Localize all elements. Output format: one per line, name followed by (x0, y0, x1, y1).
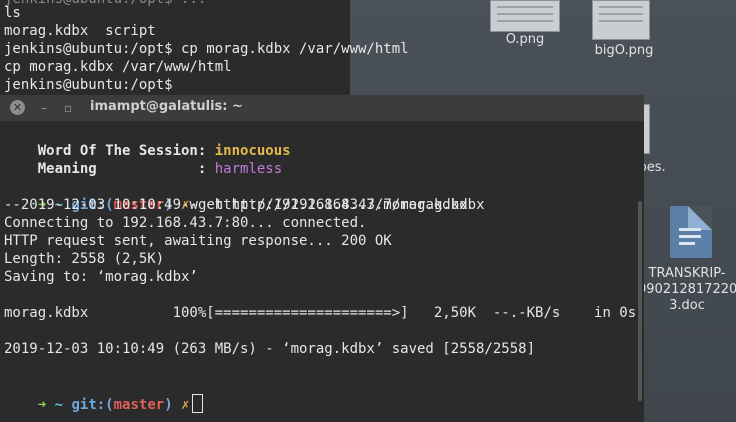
transkrip-label-line3: 3.doc (669, 298, 705, 313)
o-png-thumbnail[interactable] (490, 0, 560, 32)
transkrip-label-line2: 0902128172200 (638, 282, 736, 297)
meaning-label: Meaning : (37, 161, 207, 177)
terminal-line: jenkins@ubuntu:/opt$ cp morag.kdbx /var/… (4, 41, 409, 57)
output-line: 2019-12-03 10:10:49 (263 MB/s) - ‘morag.… (4, 341, 536, 357)
scrollbar-thumb[interactable] (638, 201, 642, 401)
output-line: Connecting to 192.168.43.7:80... connect… (4, 215, 367, 231)
prompt-git-close: ) (164, 397, 173, 413)
output-line: Length: 2558 (2,5K) (4, 251, 165, 267)
prompt-git: git:( (71, 397, 114, 413)
front-terminal-window[interactable]: ✕ – ▫ imampt@galatulis: ~ Word Of The Se… (0, 95, 644, 422)
document-icon[interactable] (670, 206, 712, 258)
bigo-png-thumbnail[interactable] (592, 0, 650, 40)
dirty-mark-icon: ✗ (181, 397, 190, 413)
prompt-branch: master (113, 397, 165, 413)
minimize-icon[interactable]: – (36, 100, 52, 116)
terminal-line: jenkins@ubuntu:/opt$ (4, 77, 173, 93)
output-line: Saving to: ‘morag.kdbx’ (4, 269, 198, 285)
prompt-arrow-icon: ➜ (37, 397, 47, 413)
o-png-label[interactable]: O.png (490, 32, 560, 48)
output-line: --2019-12-03 10:10:49-- http://192.168.4… (4, 197, 468, 213)
terminal-scrollbar[interactable] (636, 121, 644, 422)
terminal-title: imampt@galatulis: ~ (90, 99, 243, 114)
terminal-line: morag.kdbx script (4, 23, 156, 39)
active-prompt-line[interactable]: ➜ ~ git:(master) ✗ (4, 376, 203, 422)
meaning-value: harmless (214, 161, 283, 177)
background-terminal[interactable]: jenkins@ubuntu:/opt$ ... ls morag.kdbx s… (0, 0, 409, 100)
text-cursor[interactable] (191, 394, 203, 413)
progress-line: morag.kdbx 100%[=====================>] … (4, 305, 637, 321)
prompt-dir: ~ (54, 397, 64, 413)
document-fold-icon (688, 206, 712, 230)
terminal-line: cp morag.kdbx /var/www/html (4, 59, 232, 75)
output-line: HTTP request sent, awaiting response... … (4, 233, 392, 249)
maximize-icon[interactable]: ▫ (60, 100, 76, 116)
terminal-line: ls (4, 5, 21, 21)
bigo-png-label[interactable]: bigO.png (586, 43, 662, 59)
terminal-titlebar[interactable]: ✕ – ▫ imampt@galatulis: ~ (0, 95, 644, 121)
transkrip-doc-label[interactable]: TRANSKRIP- 0902128172200 3.doc (638, 266, 736, 314)
transkrip-label-line1: TRANSKRIP- (648, 266, 726, 281)
close-icon[interactable]: ✕ (10, 100, 25, 115)
